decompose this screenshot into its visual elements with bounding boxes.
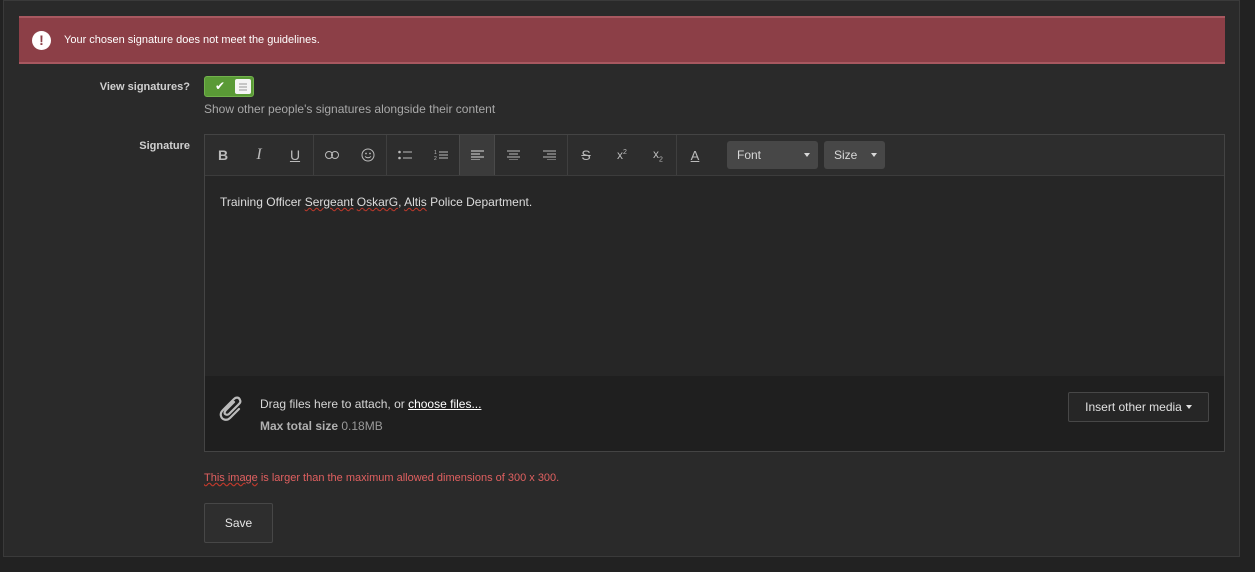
chevron-down-icon bbox=[804, 153, 810, 157]
exclamation-circle-icon: ! bbox=[32, 30, 51, 50]
view-signatures-label: View signatures? bbox=[99, 81, 190, 93]
italic-icon[interactable]: I bbox=[241, 135, 277, 175]
size-dropdown[interactable]: Size bbox=[824, 141, 885, 169]
lines-icon bbox=[239, 83, 247, 91]
subscript-icon[interactable]: x2 bbox=[640, 135, 676, 175]
view-signatures-toggle[interactable]: ✔ bbox=[204, 76, 254, 97]
attach-instructions: Drag files here to attach, or choose fil… bbox=[260, 397, 482, 411]
link-icon[interactable] bbox=[314, 135, 350, 175]
max-size-info: Max total size 0.18MB bbox=[260, 419, 383, 433]
choose-files-link[interactable]: choose files... bbox=[408, 397, 481, 411]
view-signatures-hint: Show other people's signatures alongside… bbox=[204, 102, 496, 116]
strikethrough-icon[interactable]: S bbox=[568, 135, 604, 175]
align-center-icon[interactable] bbox=[495, 135, 531, 175]
bold-icon[interactable]: B bbox=[205, 135, 241, 175]
error-message: Your chosen signature does not meet the … bbox=[64, 34, 320, 46]
underline-icon[interactable]: U bbox=[277, 135, 313, 175]
paperclip-icon bbox=[219, 396, 242, 421]
superscript-icon[interactable]: x2 bbox=[604, 135, 640, 175]
signature-label: Signature bbox=[139, 140, 190, 152]
font-dropdown-label: Font bbox=[737, 148, 762, 162]
numbered-list-icon[interactable]: 12 bbox=[423, 135, 459, 175]
image-size-error: This image is larger than the maximum al… bbox=[204, 472, 560, 484]
size-dropdown-label: Size bbox=[834, 148, 858, 162]
svg-text:2: 2 bbox=[434, 156, 437, 161]
insert-other-media-button[interactable]: Insert other media bbox=[1068, 392, 1209, 422]
signature-text[interactable]: Training Officer Sergeant OskarG, Altis … bbox=[220, 195, 532, 209]
font-dropdown[interactable]: Font bbox=[727, 141, 818, 169]
signature-text-area[interactable]: Training Officer Sergeant OskarG, Altis … bbox=[205, 176, 1224, 376]
signature-editor: B I U 12 S x2 x2 A Font Size Training Of… bbox=[204, 134, 1225, 452]
chevron-down-icon bbox=[1185, 405, 1192, 409]
smiley-icon[interactable] bbox=[350, 135, 386, 175]
toggle-knob bbox=[235, 79, 251, 94]
error-banner: ! Your chosen signature does not meet th… bbox=[19, 16, 1225, 64]
align-right-icon[interactable] bbox=[531, 135, 567, 175]
text-color-icon[interactable]: A bbox=[677, 135, 713, 175]
editor-toolbar: B I U 12 S x2 x2 A Font Size bbox=[205, 135, 1224, 176]
chevron-down-icon bbox=[871, 153, 877, 157]
save-button[interactable]: Save bbox=[204, 503, 273, 543]
align-left-icon[interactable] bbox=[459, 135, 495, 175]
attachment-area[interactable]: Drag files here to attach, or choose fil… bbox=[205, 376, 1224, 451]
check-icon: ✔ bbox=[215, 79, 226, 93]
bullet-list-icon[interactable] bbox=[387, 135, 423, 175]
